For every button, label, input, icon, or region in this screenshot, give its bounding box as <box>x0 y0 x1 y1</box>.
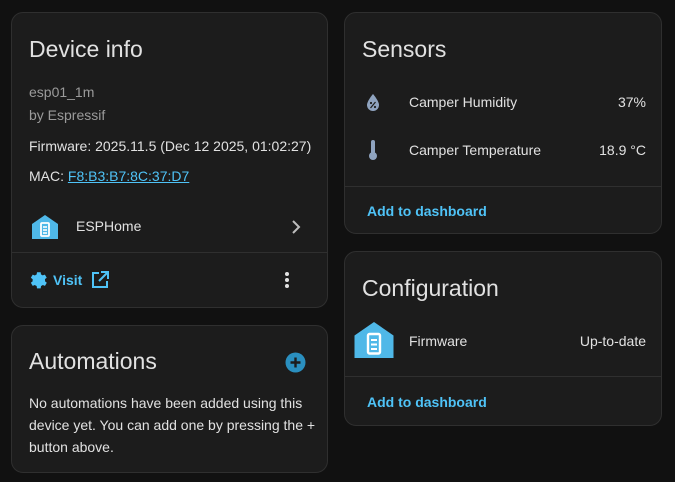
sensors-add-to-dashboard-button[interactable]: Add to dashboard <box>367 203 487 219</box>
device-manufacturer: by Espressif <box>29 107 106 123</box>
esphome-icon <box>31 214 59 240</box>
automations-empty-text: No automations have been added using thi… <box>29 395 316 455</box>
mac-label: MAC: <box>29 168 68 184</box>
integration-label: ESPHome <box>76 218 142 234</box>
automations-title: Automations <box>29 348 157 374</box>
sensor-row-temperature[interactable]: Camper Temperature 18.9 °C <box>345 135 661 165</box>
device-mac: MAC: F8:B3:B7:8C:37:D7 <box>29 168 189 184</box>
device-info-title: Device info <box>29 36 143 62</box>
integration-row[interactable]: ESPHome <box>12 211 327 243</box>
add-automation-icon[interactable] <box>285 352 306 373</box>
more-vert-icon[interactable] <box>280 269 294 291</box>
automations-card: Automations No automations have been add… <box>11 325 328 473</box>
config-value: Up-to-date <box>579 333 646 349</box>
gear-icon <box>26 269 48 291</box>
thermometer-icon <box>366 138 380 162</box>
device-firmware: Firmware: 2025.11.5 (Dec 12 2025, 01:02:… <box>29 138 312 154</box>
configuration-card: Configuration Firmware Up-to-date Add to… <box>344 251 662 426</box>
config-name: Firmware <box>409 333 468 349</box>
device-model: esp01_1m <box>29 84 95 100</box>
sensors-card: Sensors Camper Humidity 37% Camper Tempe… <box>344 12 662 234</box>
configuration-divider <box>345 376 661 377</box>
sensor-name: Camper Temperature <box>409 142 542 158</box>
open-in-new-icon <box>90 270 110 290</box>
configuration-title: Configuration <box>362 275 499 301</box>
visit-button[interactable]: Visit <box>26 267 110 293</box>
device-info-divider <box>12 252 327 253</box>
sensor-value: 37% <box>617 94 646 110</box>
mac-link[interactable]: F8:B3:B7:8C:37:D7 <box>68 168 189 184</box>
sensors-title: Sensors <box>362 36 447 62</box>
config-row-firmware[interactable]: Firmware Up-to-date <box>345 318 661 362</box>
configuration-add-to-dashboard-button[interactable]: Add to dashboard <box>367 394 487 410</box>
sensors-divider <box>345 186 661 187</box>
visit-label: Visit <box>53 272 83 288</box>
chevron-right-icon <box>290 219 302 240</box>
device-info-card: Device info esp01_1m by Espressif Firmwa… <box>11 12 328 308</box>
sensor-value: 18.9 °C <box>599 142 646 158</box>
sensor-row-humidity[interactable]: Camper Humidity 37% <box>345 87 661 117</box>
water-percent-icon <box>364 92 382 112</box>
sensor-name: Camper Humidity <box>409 94 518 110</box>
esphome-icon <box>353 320 395 360</box>
